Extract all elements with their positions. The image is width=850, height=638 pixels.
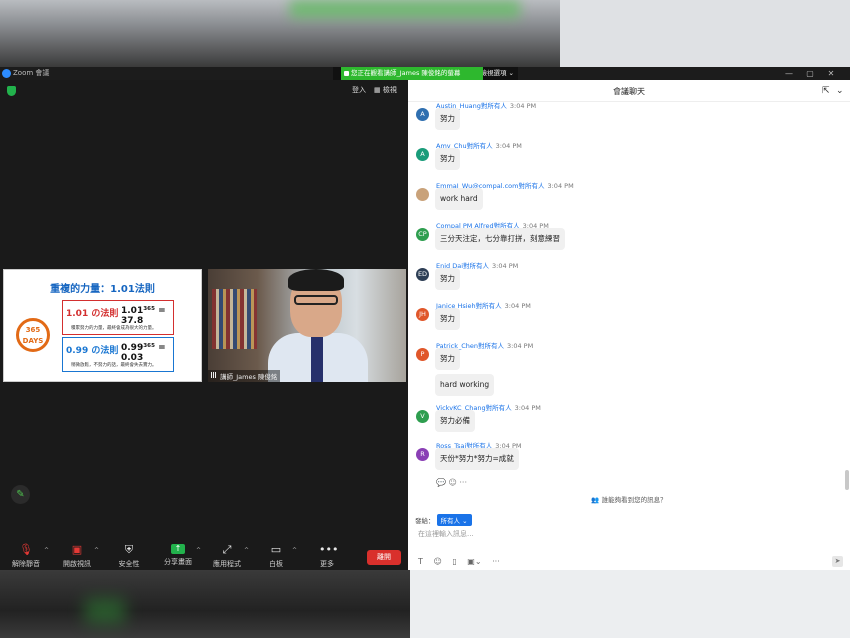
message-bubble[interactable]: 三分天注定，七分靠打拼，刻意練習 (435, 228, 565, 250)
security-button[interactable]: ⛨ 安全性 (103, 544, 155, 569)
apps-options-caret[interactable]: ^ (244, 547, 249, 554)
file-icon[interactable]: ▯ (452, 557, 456, 566)
recipient: 對所有人 (475, 302, 502, 310)
video-name-label: 講師_James 陳俊銘 (208, 370, 281, 382)
chat-title: 會議聊天 (613, 87, 645, 96)
speaker-hair (288, 269, 344, 291)
sender-avatar[interactable]: A (416, 148, 429, 161)
view-button[interactable]: ▦ 檢視 (371, 84, 400, 96)
chat-scrollbar[interactable] (845, 470, 849, 490)
sender-avatar[interactable]: V (416, 410, 429, 423)
background-blur-bottom (0, 570, 850, 638)
zoom-logo-icon (2, 69, 11, 78)
send-to-row: 發給： 所有人 ⌄ (415, 514, 472, 526)
rule2-note: 稍微放鬆，不努力的話，最終會失去實力。 (71, 363, 157, 368)
sender-avatar[interactable]: CP (416, 228, 429, 241)
meeting-toolbar: 🎙 解除靜音 ^ ▣ 開啟視訊 ^ ⛨ 安全性 ↑ 分享畫面 ^ ⤢ 應用程式 ^ ▭ 白板… (0, 538, 408, 570)
message-bubble[interactable]: 努力 (435, 308, 460, 330)
message-time: 3:04 PM (514, 404, 541, 412)
sender-avatar[interactable]: A (416, 108, 429, 121)
audio-options-caret[interactable]: ^ (44, 547, 49, 554)
more-icon[interactable]: ··· (492, 557, 500, 566)
recipient: 對所有人 (518, 182, 545, 190)
message-time: 3:04 PM (509, 102, 537, 110)
rule-box-1: 1.01 の法則 1.01³⁶⁵ = 37.8 積累努力的力量，最終會成為很大的… (62, 300, 174, 335)
sender-avatar[interactable]: JH (416, 308, 429, 321)
background-blur-top (0, 0, 850, 67)
apps-icon: ⤢ (222, 543, 232, 556)
shield-icon: ⛨ (124, 543, 134, 556)
screenshot-icon[interactable]: ▣⌄ (467, 557, 481, 566)
rule2-equation: 0.99³⁶⁵ = 0.03 (121, 343, 166, 363)
message-bubble[interactable]: 天份*努力*努力=成就 (435, 448, 519, 470)
minimize-button[interactable]: — (780, 67, 798, 80)
leave-button[interactable]: 離開 (367, 550, 401, 565)
shared-screen[interactable]: 重複的力量：1.01法則 365 DAYS 1.01 の法則 1.01³⁶⁵ =… (3, 269, 202, 382)
rule-box-2: 0.99 の法則 0.99³⁶⁵ = 0.03 稍微放鬆，不努力的話，最終會失去… (62, 337, 174, 372)
send-icon[interactable]: ➤ (832, 556, 843, 567)
days-badge: 365 DAYS (16, 318, 50, 352)
sender-avatar[interactable] (416, 188, 429, 201)
rule1-note: 積累努力的力量，最終會成為很大的力量。 (71, 326, 157, 331)
rule1-label: 1.01 の法則 (66, 309, 119, 319)
collapse-chevron-icon[interactable]: ⌄ (836, 86, 844, 96)
sender-avatar[interactable]: ED (416, 268, 429, 281)
message-bubble[interactable]: 努力 (435, 348, 460, 370)
message-time: 3:04 PM (507, 342, 534, 350)
recipient: 對所有人 (480, 102, 507, 110)
recipient: 對所有人 (478, 342, 505, 350)
encryption-shield-icon[interactable] (7, 86, 16, 96)
message-bubble[interactable]: 努力 (435, 148, 460, 170)
message-bubble[interactable]: 努力 (435, 268, 460, 290)
more-dots-icon: ••• (319, 543, 339, 556)
app-title: Zoom 會議 (13, 69, 50, 77)
chat-input[interactable]: 在這裡輸入訊息... (418, 529, 474, 539)
slide-title: 重複的力量：1.01法則 (50, 284, 155, 295)
view-banner: 您正在觀看講師_James 陳俊銘的螢幕 檢視選項 ⌄ (333, 67, 518, 80)
bookshelf (212, 289, 257, 349)
message-time: 3:04 PM (495, 142, 522, 150)
chat-header: 會議聊天 ⇱ ⌄ (408, 80, 850, 102)
rule2-label: 0.99 の法則 (66, 346, 119, 356)
message-time: 3:04 PM (492, 262, 519, 270)
viewing-message: 您正在觀看講師_James 陳俊銘的螢幕 (341, 67, 484, 80)
sender-avatar[interactable]: R (416, 448, 429, 461)
message-bubble[interactable]: 努力必備 (435, 410, 475, 432)
speaker-tie (311, 337, 323, 382)
whiteboard-options-caret[interactable]: ^ (292, 547, 297, 554)
annotate-pencil-icon[interactable]: ✎ (11, 485, 30, 504)
video-off-icon: ▣ (71, 543, 83, 556)
message-bubble[interactable]: hard working (435, 374, 495, 396)
whiteboard-icon: ▭ (270, 543, 282, 556)
mic-muted-icon: 🎙 (19, 543, 33, 556)
close-window-button[interactable]: ✕ (822, 67, 840, 80)
recipient: 對所有人 (485, 404, 512, 412)
rule1-equation: 1.01³⁶⁵ = 37.8 (121, 306, 166, 326)
recipient: 對所有人 (463, 262, 490, 270)
message-time: 3:04 PM (547, 182, 574, 190)
chat-panel: 會議聊天 ⇱ ⌄ A Austin_Huang對所有人 3:04 PM 努力 A Amy_… (408, 80, 850, 570)
message-time: 3:04 PM (504, 302, 531, 310)
message-bubble[interactable]: 努力 (435, 108, 460, 130)
reaction-icons[interactable]: 💬 ☺ ··· (436, 478, 467, 487)
input-toolbar: T ☺ ▯ ▣⌄ ··· (418, 557, 500, 566)
message-bubble[interactable]: work hard (435, 188, 483, 210)
share-arrow-icon: ↑ (171, 544, 185, 554)
who-can-see-link[interactable]: 👥 誰能夠看到您的訊息？ (408, 494, 850, 504)
recipient: 對所有人 (466, 142, 493, 150)
video-options-caret[interactable]: ^ (94, 547, 99, 554)
speaker-glasses (294, 295, 338, 305)
sender-avatar[interactable]: P (416, 348, 429, 361)
meeting-area: 登入 ▦ 檢視 重複的力量：1.01法則 365 DAYS 1.01 の法則 1… (0, 80, 408, 570)
format-icon[interactable]: T (418, 557, 423, 566)
more-button[interactable]: ••• 更多 (301, 544, 353, 569)
emoji-icon[interactable]: ☺ (433, 557, 441, 566)
popout-icon[interactable]: ⇱ (822, 86, 830, 96)
signin-button[interactable]: 登入 (349, 84, 369, 96)
maximize-button[interactable]: ▢ (801, 67, 819, 80)
speaker-video[interactable]: 講師_James 陳俊銘 (208, 269, 406, 382)
send-to-dropdown[interactable]: 所有人 ⌄ (436, 514, 472, 526)
